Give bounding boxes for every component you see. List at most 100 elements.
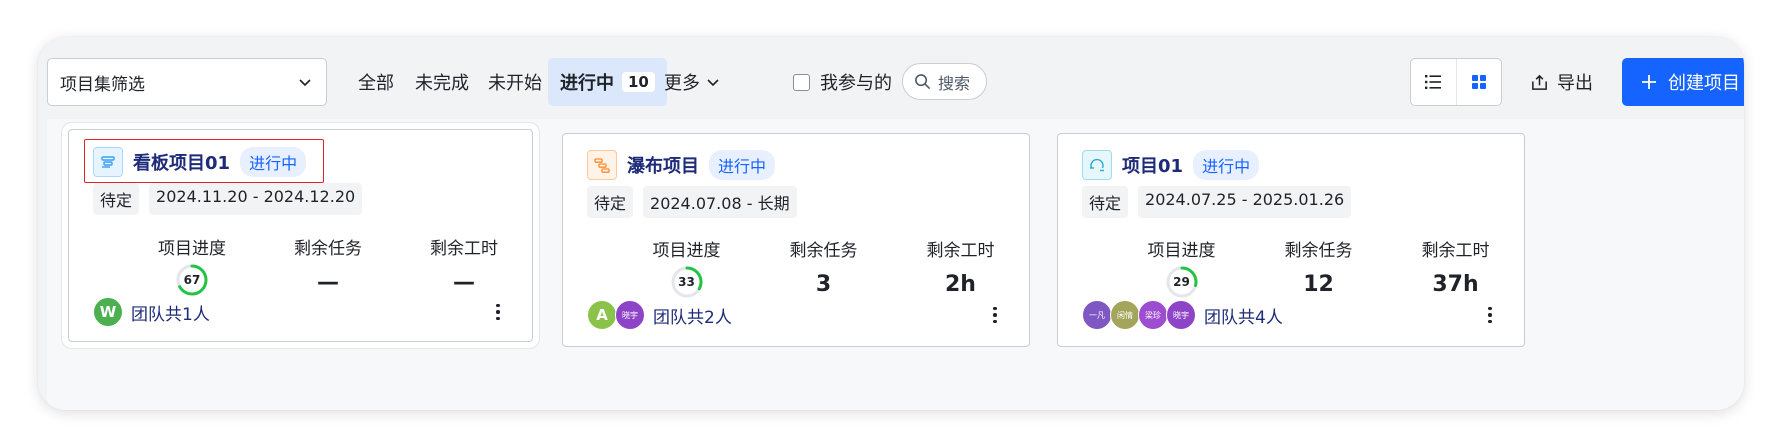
card-footer: 一凡 闲情 梁珍 晓宇 团队共4人 — [1082, 300, 1500, 330]
filter-select-placeholder: 项目集筛选 — [60, 74, 145, 95]
card-stats: 项目进度 33 剩余任务 3 剩余工时 2h — [563, 236, 1029, 301]
stat-label: 剩余任务 — [294, 239, 362, 259]
team-count-link[interactable]: 团队共4人 — [1204, 303, 1283, 328]
stat-label: 项目进度 — [1147, 241, 1216, 261]
card-title[interactable]: 瀑布项目 — [627, 152, 699, 178]
stat-label: 剩余任务 — [1284, 241, 1353, 261]
tab-all[interactable]: 全部 — [358, 58, 394, 106]
create-project-label: 创建项目 — [1668, 73, 1740, 94]
stat-label: 剩余工时 — [926, 241, 995, 261]
avatar: W — [93, 297, 123, 327]
my-participation-checkbox[interactable]: 我参与的 — [793, 58, 892, 106]
chevron-down-icon — [299, 79, 311, 87]
tab-label: 未完成 — [415, 73, 469, 94]
card-title[interactable]: 看板项目01 — [133, 149, 230, 175]
list-view-button[interactable] — [1411, 59, 1456, 105]
card-footer: A 晓宇 团队共2人 — [587, 300, 1005, 330]
stat-label: 剩余工时 — [1421, 241, 1490, 261]
search-label: 搜索 — [938, 73, 971, 93]
progress-value: 33 — [678, 275, 695, 289]
stat-value: 3 — [815, 271, 832, 297]
toolbar: 项目集筛选 全部 未完成 未开始 进行中 10 更多 我参与的 搜索 导出 创建… — [38, 37, 1744, 119]
team-count-link[interactable]: 团队共2人 — [653, 303, 732, 328]
date-range-tag: 2024.11.20 - 2024.12.20 — [149, 183, 363, 215]
avatar: 梁珍 — [1138, 300, 1168, 330]
create-project-button[interactable]: 创建项目 — [1622, 58, 1744, 106]
card-stats: 项目进度 29 剩余任务 12 剩余工时 37h — [1058, 236, 1524, 301]
app-window: 项目集筛选 全部 未完成 未开始 进行中 10 更多 我参与的 搜索 导出 创建… — [38, 37, 1744, 410]
progress-stat: 项目进度 29 — [1113, 236, 1250, 301]
checkbox-box[interactable] — [793, 73, 810, 91]
team-count-link[interactable]: 团队共1人 — [131, 300, 210, 325]
kanban-icon — [93, 147, 123, 177]
tab-label: 全部 — [358, 73, 394, 94]
project-card[interactable]: 瀑布项目 进行中 待定 2024.07.08 - 长期 项目进度 33 剩余任务… — [562, 133, 1030, 347]
iteration-icon — [1082, 150, 1112, 180]
progress-ring: 29 — [1165, 265, 1199, 299]
stat-value: 12 — [1303, 271, 1334, 297]
remaining-tasks-stat: 剩余任务 — — [260, 234, 396, 299]
project-card[interactable]: 看板项目01 进行中 待定 2024.11.20 - 2024.12.20 项目… — [68, 129, 533, 342]
priority-tag: 待定 — [93, 183, 140, 215]
tab-label: 进行中 — [560, 73, 614, 94]
card-stats: 项目进度 67 剩余任务 — 剩余工时 — — [69, 234, 532, 299]
more-options-icon[interactable] — [488, 300, 508, 324]
project-set-filter-select[interactable]: 项目集筛选 — [47, 58, 327, 106]
more-options-icon[interactable] — [985, 303, 1005, 327]
remaining-tasks-stat: 剩余任务 3 — [755, 236, 892, 301]
checkbox-label: 我参与的 — [820, 73, 892, 94]
avatar: A — [587, 300, 617, 330]
export-label: 导出 — [1557, 73, 1593, 94]
stat-value: — — [317, 269, 339, 295]
grid-icon — [1471, 75, 1486, 89]
status-badge: 进行中 — [1193, 150, 1260, 180]
chevron-down-icon — [707, 79, 719, 87]
stat-value: — — [453, 269, 475, 295]
progress-value: 29 — [1173, 275, 1190, 289]
stat-value: 2h — [945, 271, 976, 297]
progress-value: 67 — [183, 273, 201, 287]
card-view-button[interactable] — [1455, 59, 1502, 105]
card-title[interactable]: 项目01 — [1122, 152, 1183, 178]
progress-ring: 67 — [175, 263, 209, 297]
progress-stat: 项目进度 67 — [124, 234, 260, 299]
member-avatars: W — [93, 297, 123, 327]
stat-label: 项目进度 — [652, 241, 721, 261]
card-header: 看板项目01 进行中 — [93, 147, 307, 177]
date-range-tag: 2024.07.25 - 2025.01.26 — [1138, 186, 1352, 218]
card-meta: 待定 2024.07.08 - 长期 — [587, 186, 807, 218]
tab-more-dropdown[interactable]: 更多 — [664, 58, 720, 106]
tab-label: 更多 — [664, 73, 700, 94]
avatar: 晓宇 — [1166, 300, 1196, 330]
tab-count-badge: 10 — [622, 72, 655, 92]
tab-label: 未开始 — [488, 73, 542, 94]
tab-not-started[interactable]: 未开始 — [488, 58, 542, 106]
project-card-grid: 看板项目01 进行中 待定 2024.11.20 - 2024.12.20 项目… — [47, 119, 1744, 410]
date-range-tag: 2024.07.08 - 长期 — [643, 186, 797, 218]
more-options-icon[interactable] — [1480, 303, 1500, 327]
export-icon — [1532, 74, 1547, 90]
priority-tag: 待定 — [587, 186, 634, 218]
waterfall-icon — [587, 150, 617, 180]
card-header: 项目01 进行中 — [1082, 150, 1260, 180]
list-icon — [1425, 75, 1442, 89]
progress-ring: 33 — [670, 265, 704, 299]
avatar: 晓宇 — [615, 300, 645, 330]
export-button[interactable]: 导出 — [1530, 58, 1593, 106]
card-meta: 待定 2024.11.20 - 2024.12.20 — [93, 183, 372, 215]
search-button[interactable]: 搜索 — [902, 63, 987, 100]
remaining-hours-stat: 剩余工时 — — [396, 234, 532, 299]
status-badge: 进行中 — [709, 150, 776, 180]
project-card[interactable]: 项目01 进行中 待定 2024.07.25 - 2025.01.26 项目进度… — [1057, 133, 1525, 347]
tab-incomplete[interactable]: 未完成 — [415, 58, 469, 106]
view-toggle — [1410, 58, 1502, 106]
stat-label: 剩余任务 — [789, 241, 858, 261]
card-meta: 待定 2024.07.25 - 2025.01.26 — [1082, 186, 1361, 218]
tab-in-progress[interactable]: 进行中 10 — [548, 58, 667, 106]
priority-tag: 待定 — [1082, 186, 1129, 218]
plus-icon — [1642, 75, 1656, 89]
remaining-tasks-stat: 剩余任务 12 — [1250, 236, 1387, 301]
card-footer: W 团队共1人 — [93, 297, 508, 327]
member-avatars: 一凡 闲情 梁珍 晓宇 — [1082, 300, 1196, 330]
remaining-hours-stat: 剩余工时 37h — [1387, 236, 1524, 301]
